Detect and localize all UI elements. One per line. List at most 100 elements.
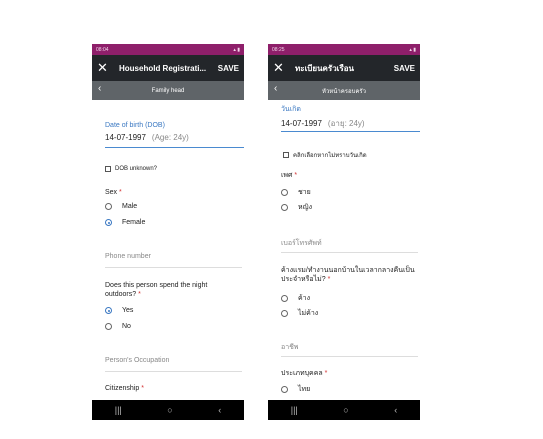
section-title: หัวหน้าครอบครัว [321, 88, 366, 95]
dob-unknown-label: DOB unknown? [115, 166, 158, 172]
citizen-option-label: ไทย [298, 386, 311, 393]
back-icon[interactable]: ‹ [394, 405, 397, 415]
night-option-not-stay[interactable]: ไม่ค้าง [281, 308, 318, 319]
dob-value: 14-07-1997 [105, 133, 146, 142]
radio-button [281, 295, 288, 302]
night-option-stay[interactable]: ค้าง [281, 293, 310, 304]
radio-button [281, 310, 288, 317]
sex-option-label: Female [122, 219, 146, 226]
save-button[interactable]: SAVE [394, 64, 415, 73]
required-mark: * [141, 385, 144, 392]
home-icon[interactable]: ○ [167, 405, 172, 415]
sex-label-text: Sex [105, 189, 118, 196]
status-bar: 08:04 ▴ ▮ [92, 44, 244, 55]
night-option-label: Yes [122, 307, 134, 314]
checkbox-box [105, 166, 111, 172]
sex-label: Sex * [105, 188, 122, 197]
status-bar: 08:25 ▴ ▮ [268, 44, 420, 55]
citizenship-label-text: Citizenship [105, 385, 140, 392]
sex-label: เพศ * [281, 171, 297, 180]
dob-unknown-checkbox[interactable]: DOB unknown? [105, 166, 157, 172]
radio-button [281, 386, 288, 393]
occupation-field[interactable]: อาชีพ [281, 342, 299, 353]
chevron-left-icon[interactable]: ‹ [274, 83, 277, 94]
recents-icon[interactable]: ||| [115, 405, 122, 415]
radio-button [281, 204, 288, 211]
phone-underline [105, 267, 242, 268]
sex-option-label: หญิง [298, 204, 312, 211]
section-header: ‹ Family head [92, 81, 244, 100]
night-option-label: ไม่ค้าง [298, 310, 319, 317]
radio-button [281, 189, 288, 196]
phone-underline [281, 252, 418, 253]
sex-option-male[interactable]: ชาย [281, 187, 311, 198]
night-option-yes[interactable]: Yes [105, 307, 133, 314]
occupation-field[interactable]: Person's Occupation [105, 357, 169, 364]
app-bar: ✕ ทะเบียนครัวเรือน SAVE [268, 55, 420, 81]
section-title: Family head [151, 87, 185, 94]
night-option-label: ค้าง [298, 295, 311, 302]
signal-icons: ▴ ▮ [233, 46, 240, 53]
sex-option-female[interactable]: Female [105, 219, 145, 226]
checkbox-box [283, 152, 289, 158]
dob-unknown-checkbox[interactable]: คลิกเลือกหากไม่ทราบวันเกิด [283, 150, 367, 160]
chevron-left-icon[interactable]: ‹ [98, 83, 101, 94]
phone-screen-thai: 08:25 ▴ ▮ ✕ ทะเบียนครัวเรือน SAVE ‹ หัวห… [268, 44, 420, 420]
dob-label: วันเกิด [281, 106, 301, 113]
night-question-text: Does this person spend the night outdoor… [105, 282, 208, 298]
night-question-text: ค้างแรม/ทำงานนอกบ้านในเวลากลางคืนเป็นประ… [281, 267, 415, 283]
radio-button-selected [105, 219, 112, 226]
occupation-underline [105, 371, 242, 372]
form-content: Date of birth (DOB) 14-07-1997 (Age: 24y)… [92, 100, 244, 400]
app-title: ทะเบียนครัวเรือน [295, 63, 354, 73]
save-button[interactable]: SAVE [218, 64, 239, 73]
radio-button [105, 323, 112, 330]
signal-icons: ▴ ▮ [409, 46, 416, 53]
close-icon[interactable]: ✕ [273, 60, 289, 76]
home-icon[interactable]: ○ [343, 405, 348, 415]
sex-option-label: Male [122, 203, 138, 210]
dob-field[interactable]: 14-07-1997 (Age: 24y) [105, 133, 189, 142]
back-icon[interactable]: ‹ [218, 405, 221, 415]
dob-field[interactable]: 14-07-1997 (อายุ: 24y) [281, 117, 365, 130]
sex-option-female[interactable]: หญิง [281, 202, 312, 213]
system-nav-bar: ||| ○ ‹ [92, 400, 244, 420]
night-question: Does this person spend the night outdoor… [105, 281, 237, 299]
dob-label: Date of birth (DOB) [105, 122, 165, 129]
required-mark: * [119, 189, 122, 196]
status-time: 08:04 [96, 46, 109, 53]
radio-button [105, 203, 112, 210]
citizenship-label-text: ประเภทบุคคล [281, 370, 323, 377]
citizen-option-thai[interactable]: ไทย [281, 384, 310, 395]
section-header: ‹ หัวหน้าครอบครัว [268, 81, 420, 100]
phone-number-field[interactable]: Phone number [105, 253, 151, 260]
recents-icon[interactable]: ||| [291, 405, 298, 415]
dob-underline [281, 131, 420, 132]
radio-button-selected [105, 307, 112, 314]
app-title: Household Registrati... [119, 63, 207, 73]
night-option-no[interactable]: No [105, 323, 131, 330]
form-content: วันเกิด 14-07-1997 (อายุ: 24y) คลิกเลือกห… [268, 100, 420, 400]
required-mark: * [324, 370, 328, 377]
dob-unknown-label: คลิกเลือกหากไม่ทราบวันเกิด [293, 153, 367, 159]
age-text: (อายุ: 24y) [327, 119, 365, 128]
dob-value: 14-07-1997 [281, 119, 322, 128]
system-nav-bar: ||| ○ ‹ [268, 400, 420, 420]
phone-number-field[interactable]: เบอร์โทรศัพท์ [281, 238, 322, 249]
citizenship-label: Citizenship * [105, 384, 144, 393]
required-mark: * [138, 291, 141, 298]
night-option-label: No [122, 323, 131, 330]
sex-option-male[interactable]: Male [105, 203, 137, 210]
status-time: 08:25 [272, 46, 285, 53]
citizenship-label: ประเภทบุคคล * [281, 369, 327, 378]
night-question: ค้างแรม/ทำงานนอกบ้านในเวลากลางคืนเป็นประ… [281, 266, 418, 284]
phone-screen-english: 08:04 ▴ ▮ ✕ Household Registrati... SAVE… [92, 44, 244, 420]
required-mark: * [294, 172, 298, 179]
age-text: (Age: 24y) [151, 133, 189, 142]
sex-option-label: ชาย [298, 189, 311, 196]
sex-label-text: เพศ [281, 172, 293, 179]
required-mark: * [327, 276, 331, 283]
dob-underline [105, 147, 244, 148]
app-bar: ✕ Household Registrati... SAVE [92, 55, 244, 81]
close-icon[interactable]: ✕ [97, 60, 113, 76]
